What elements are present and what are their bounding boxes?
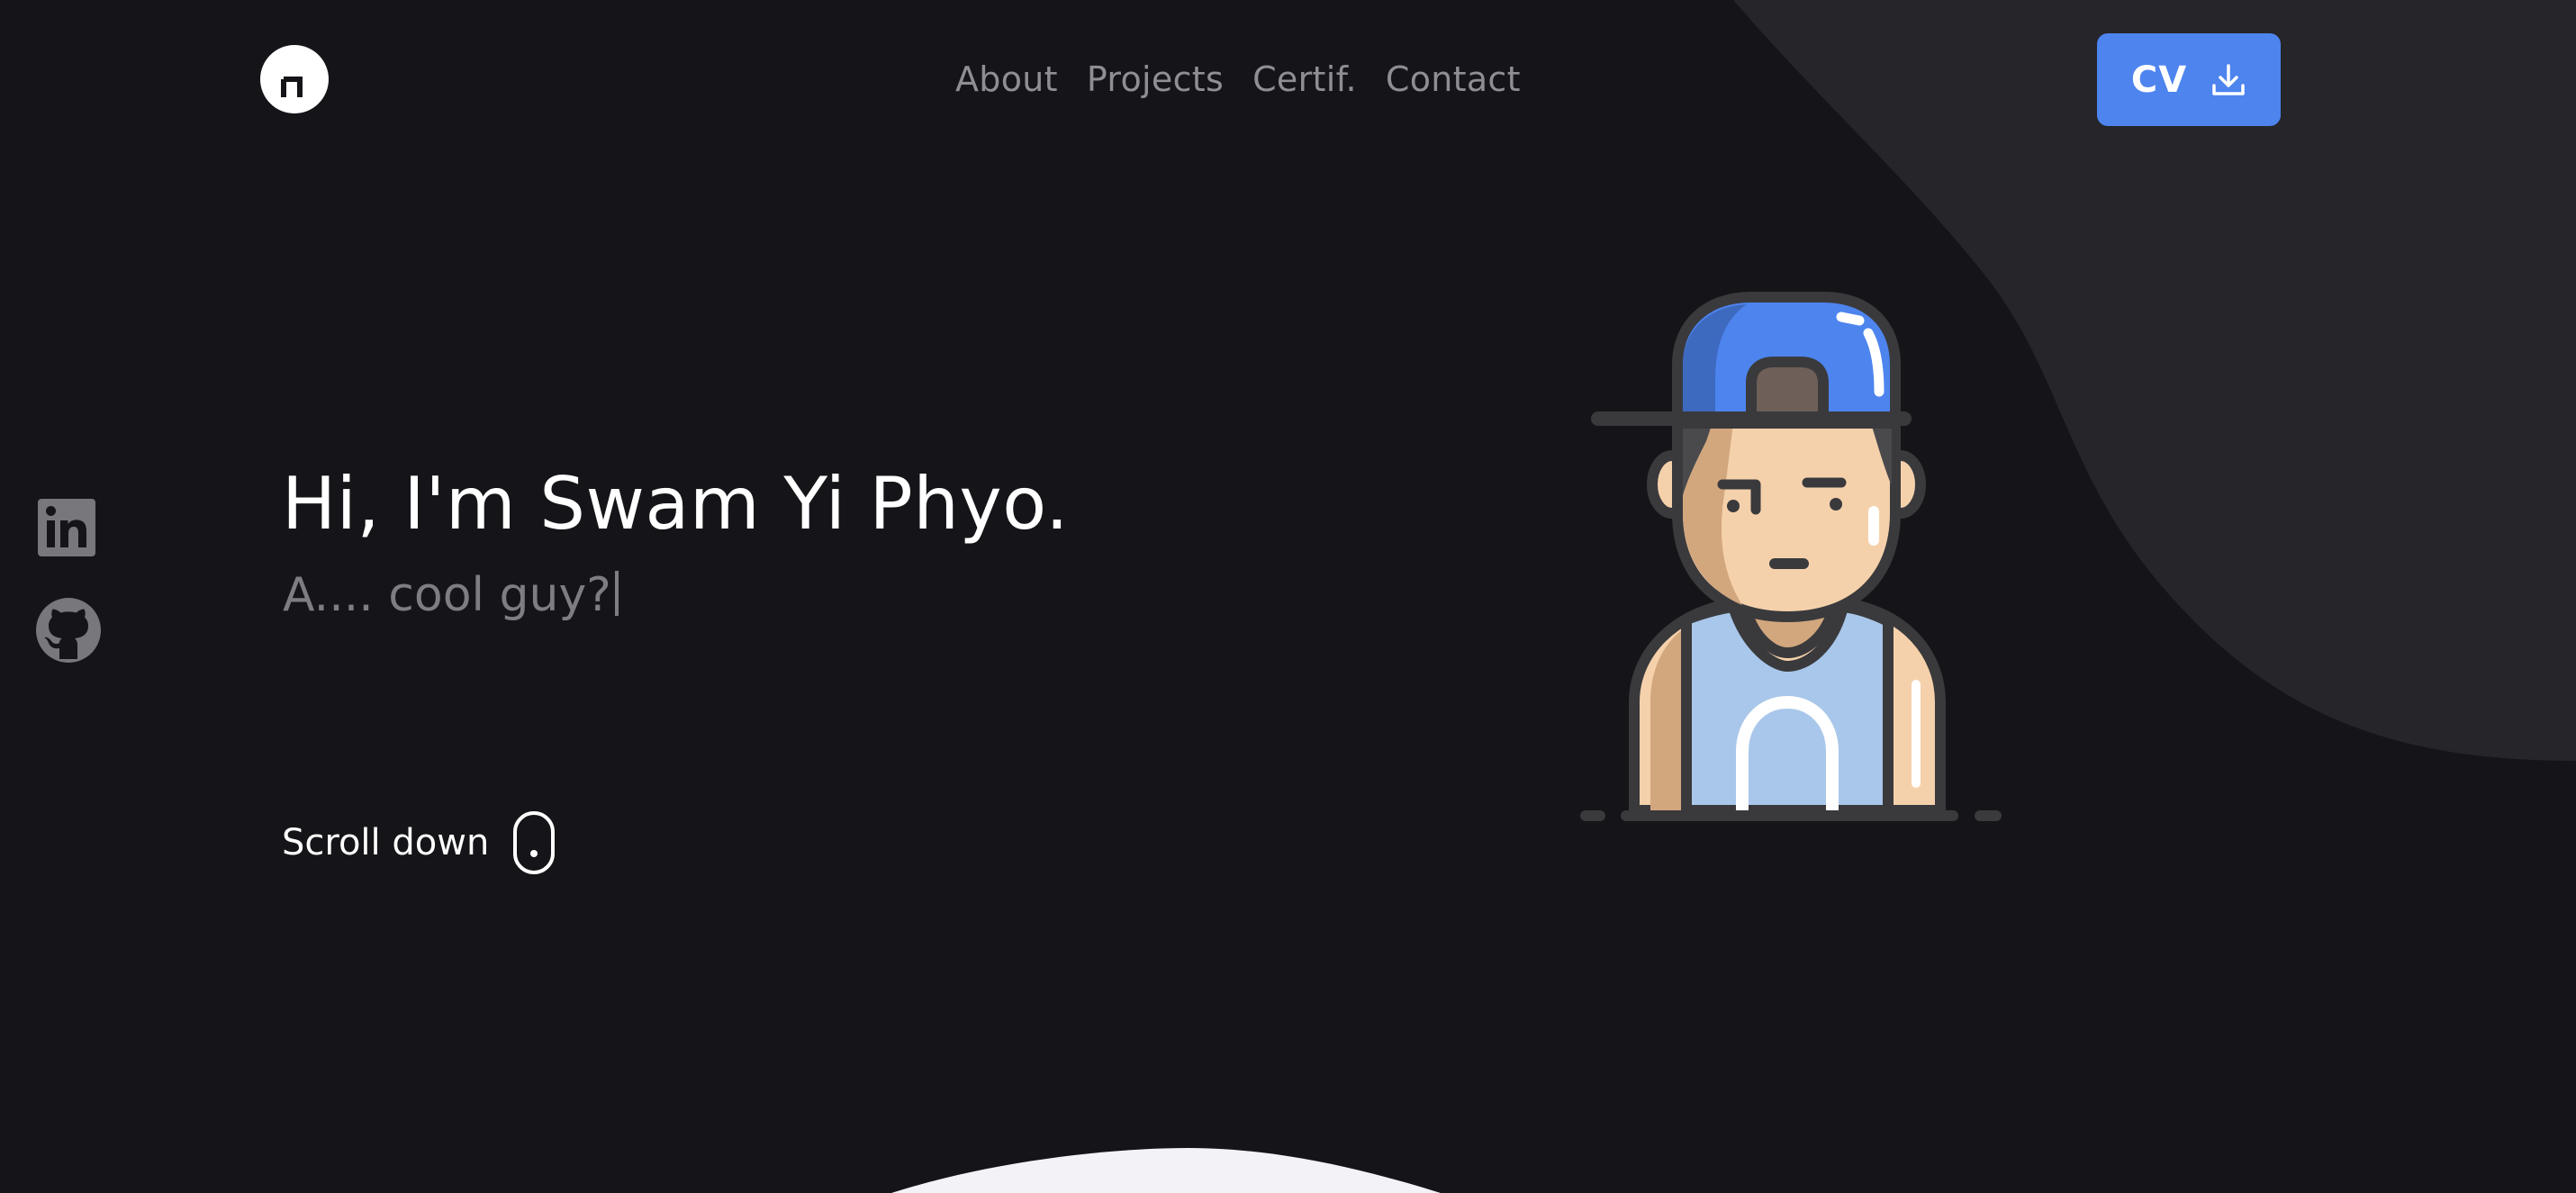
linkedin-icon[interactable]	[34, 495, 103, 564]
github-icon[interactable]	[34, 596, 103, 664]
scroll-down-label: Scroll down	[282, 822, 490, 863]
nav-projects[interactable]: Projects	[1087, 56, 1224, 103]
hero-subtitle: A.... cool guy?	[283, 563, 619, 628]
circle-logo-icon	[281, 77, 303, 97]
typewriter-text: A.... cool guy?	[283, 568, 611, 622]
nav-certifications[interactable]: Certif.	[1252, 56, 1357, 103]
portfolio-page: About Projects Certif. Contact CV Hi, I'…	[0, 0, 2576, 1193]
bottom-wave	[891, 1148, 1441, 1193]
download-icon	[2212, 63, 2245, 95]
cv-download-button[interactable]: CV	[2097, 33, 2281, 126]
cv-button-label: CV	[2130, 59, 2188, 101]
mouse-icon	[513, 811, 556, 874]
main-nav: About Projects Certif. Contact	[955, 56, 1521, 103]
hero-title: Hi, I'm Swam Yi Phyo.	[282, 462, 1070, 546]
typing-caret	[614, 571, 619, 616]
scroll-down-button[interactable]: Scroll down	[282, 810, 556, 875]
nav-about[interactable]: About	[955, 56, 1058, 103]
nav-contact[interactable]: Contact	[1386, 56, 1521, 103]
site-logo[interactable]	[260, 45, 329, 113]
avatar-boy-cap-icon	[1580, 292, 2002, 821]
